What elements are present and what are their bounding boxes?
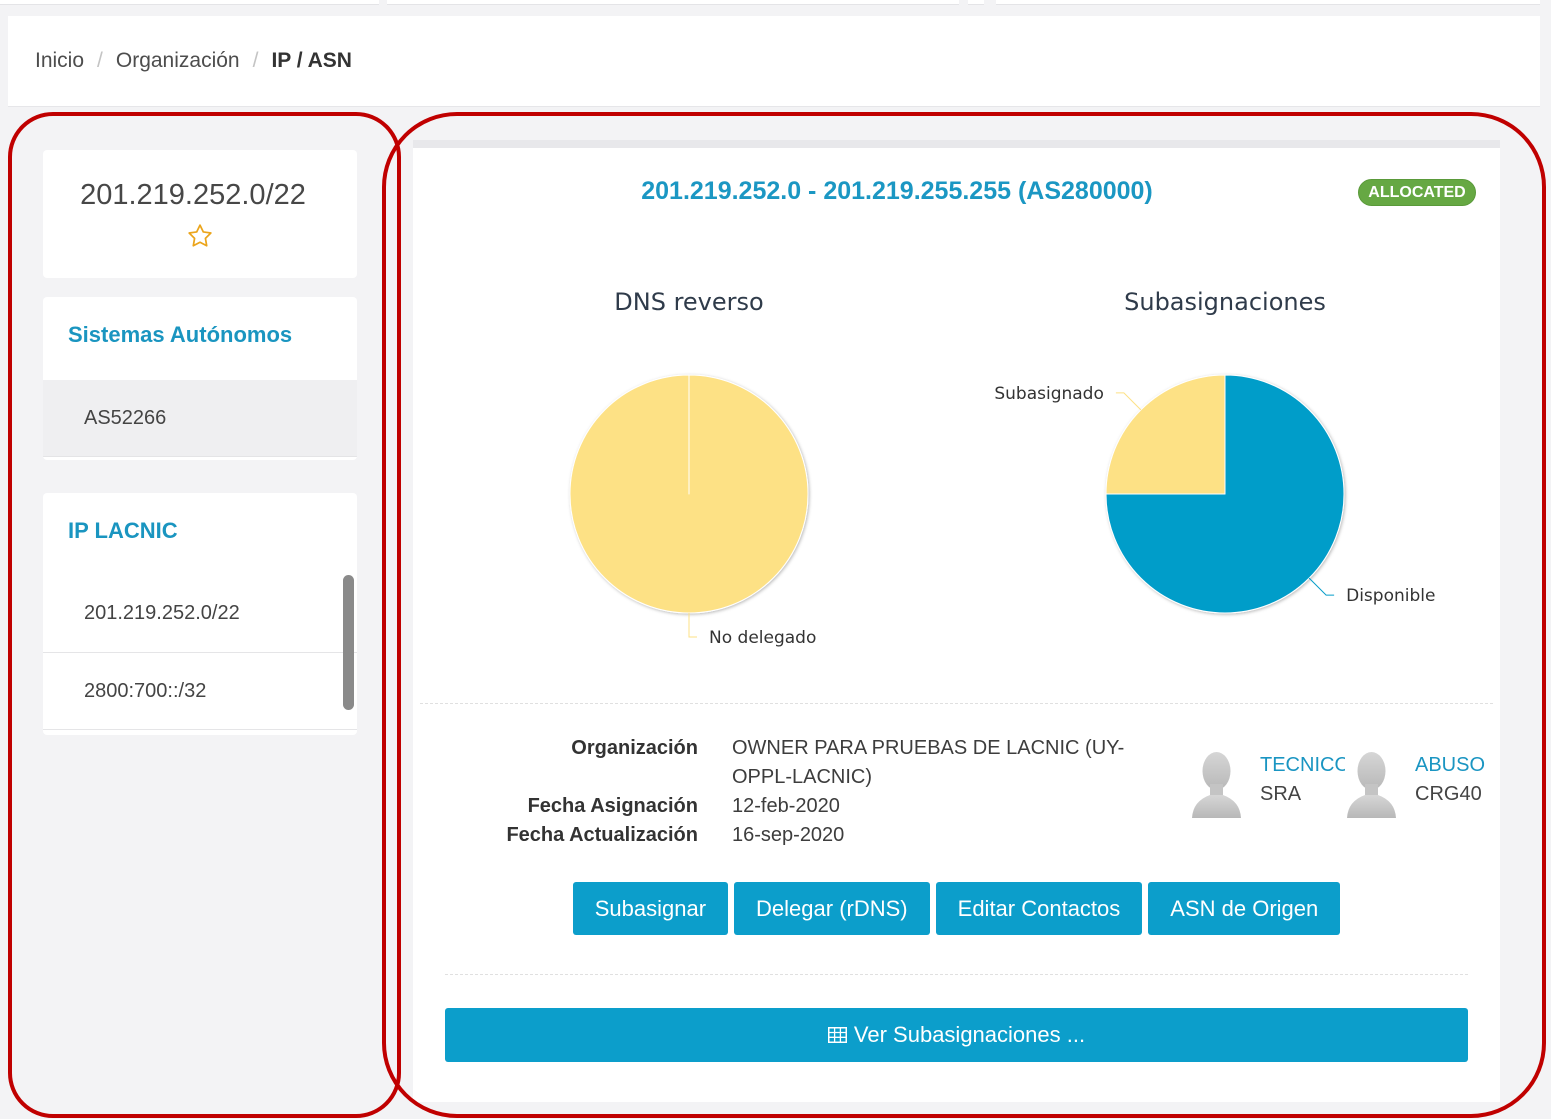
user-avatar-icon <box>1345 750 1398 818</box>
assignment-date-label: Fecha Asignación <box>527 795 698 817</box>
pie-slices <box>569 374 809 614</box>
autonomous-system-item[interactable]: AS52266 <box>43 380 357 457</box>
update-date-label: Fecha Actualización <box>506 824 698 846</box>
header-fragment <box>387 0 959 5</box>
update-date-value: 16-sep-2020 <box>732 824 845 846</box>
section-divider <box>445 974 1468 975</box>
ip-lacnic-title: IP LACNIC <box>68 518 178 543</box>
pie-charts: No delegado Disponible Subasignado <box>569 374 1435 648</box>
pie-label-connector <box>688 613 697 638</box>
action-buttons: Subasignar Delegar (rDNS) Editar Contact… <box>413 882 1500 935</box>
header-fragment <box>0 0 379 5</box>
pie-slices <box>1105 374 1345 614</box>
origin-asn-button[interactable]: ASN de Origen <box>1148 882 1341 935</box>
resource-card: 201.219.252.0/22 <box>43 150 357 278</box>
resource-details: Organización OWNER PARA PRUEBAS DE LACNI… <box>413 734 1152 850</box>
organization-label: Organización <box>571 737 698 759</box>
star-outline-icon[interactable] <box>187 223 213 249</box>
pie-label-no-delegado: No delegado <box>709 628 816 648</box>
breadcrumb-current: IP / ASN <box>271 49 352 72</box>
pie-label-connector <box>1115 392 1142 411</box>
contact-role-abuso[interactable]: ABUSO <box>1415 751 1485 780</box>
edit-contacts-button[interactable]: Editar Contactos <box>935 882 1143 935</box>
subassign-button[interactable]: Subasignar <box>572 882 729 935</box>
pie-chart-dns-reverso: No delegado <box>569 374 816 648</box>
resource-detail-panel: 201.219.252.0 - 201.219.255.255 (AS28000… <box>413 140 1500 1102</box>
contact-handle-tecnico: SRA <box>1260 783 1302 805</box>
breadcrumb: Inicio / Organización / IP / ASN <box>8 16 1540 107</box>
section-divider <box>420 703 1493 704</box>
autonomous-systems-title: Sistemas Autónomos <box>68 322 293 347</box>
header-fragment <box>996 0 1540 5</box>
pie-label-disponible: Disponible <box>1346 586 1435 606</box>
table-icon <box>827 1027 847 1043</box>
autonomous-systems-card: Sistemas Autónomos AS52266 <box>43 297 357 460</box>
breadcrumb-separator: / <box>97 49 103 72</box>
ip-lacnic-item[interactable]: 2800:700::/32 <box>43 653 357 730</box>
pie-label-subasignado: Subasignado <box>994 384 1104 404</box>
ip-lacnic-item[interactable]: 201.219.252.0/22 <box>43 575 357 653</box>
breadcrumb-link-inicio[interactable]: Inicio <box>35 49 84 73</box>
view-subassignments-label: Ver Subasignaciones ... <box>853 1022 1086 1047</box>
organization-value: OWNER PARA PRUEBAS DE LACNIC (UY-OPPL-LA… <box>732 737 1125 788</box>
breadcrumb-link-organizacion[interactable]: Organización <box>116 49 240 73</box>
ip-lacnic-card: IP LACNIC 201.219.252.0/22 2800:700::/32 <box>43 493 357 735</box>
ip-lacnic-scrollbar[interactable] <box>343 575 354 710</box>
pie-chart-subasignaciones: Disponible Subasignado <box>994 374 1435 614</box>
contact-role-tecnico[interactable]: TECNICO <box>1260 751 1350 780</box>
pie-slice-no-delegado <box>569 374 809 614</box>
user-avatar-icon <box>1190 750 1243 818</box>
pie-labels: No delegado <box>688 613 816 648</box>
view-subassignments-button[interactable]: Ver Subasignaciones ... <box>445 1008 1468 1062</box>
pie-label-connector <box>1308 577 1335 596</box>
resource-prefix: 201.219.252.0/22 <box>80 179 306 211</box>
ip-lacnic-list: 201.219.252.0/22 2800:700::/32 <box>43 575 357 730</box>
delegate-rdns-button[interactable]: Delegar (rDNS) <box>734 882 930 935</box>
header-fragment <box>968 0 984 5</box>
assignment-date-value: 12-feb-2020 <box>732 795 840 817</box>
contact-handle-abuso: CRG40 <box>1415 783 1482 805</box>
breadcrumb-separator: / <box>252 49 259 72</box>
